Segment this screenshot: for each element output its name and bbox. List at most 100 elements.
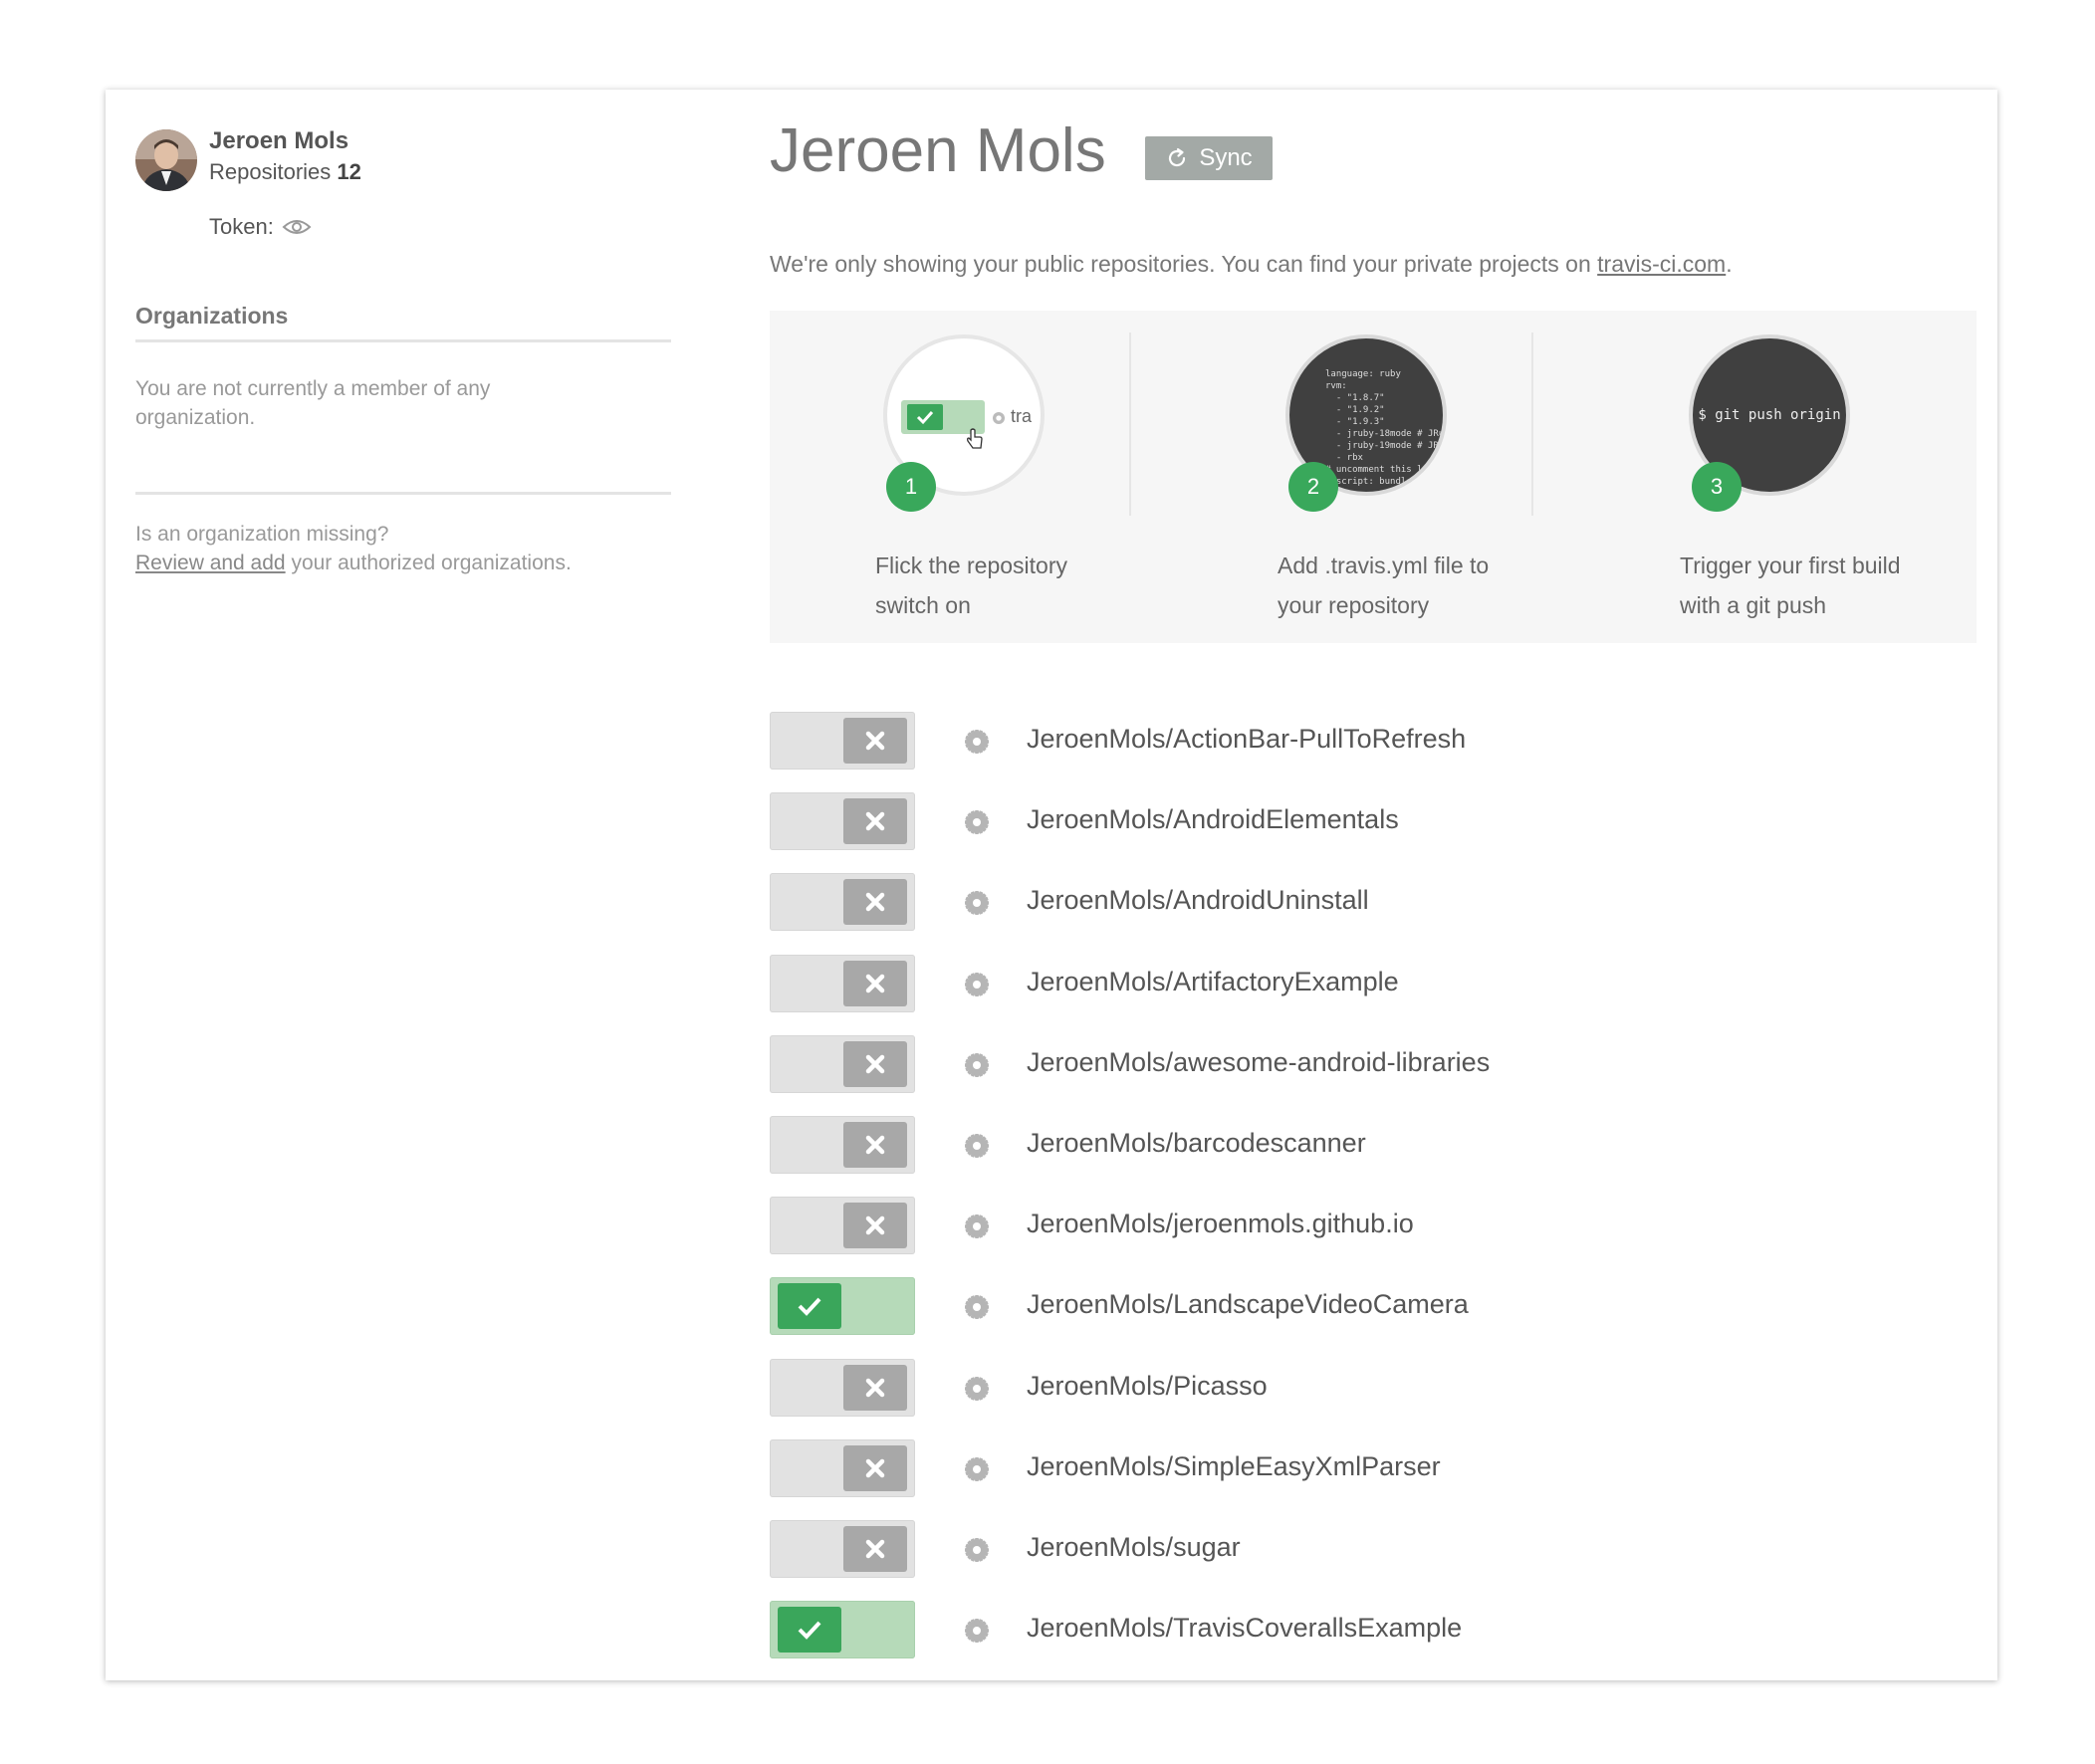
step-3-label: Trigger your first build with a git push [1680,546,1939,625]
step-3-number: 3 [1692,462,1742,512]
illustration-repo-text: tra [1011,406,1033,426]
repository-row: JeroenMols/sugar [770,1520,1965,1578]
repository-row: JeroenMols/LandscapeVideoCamera [770,1277,1965,1335]
gear-icon[interactable] [963,971,991,998]
eye-icon[interactable] [282,218,312,236]
organization-missing-note: Is an organization missing? Review and a… [135,520,572,577]
repository-toggle[interactable] [770,792,915,850]
repository-toggle[interactable] [770,1439,915,1497]
gear-icon[interactable] [963,728,991,756]
step-2-number: 2 [1288,462,1338,512]
check-icon [778,1283,841,1329]
gear-icon[interactable] [963,1536,991,1564]
gear-icon[interactable] [963,1455,991,1483]
repository-row: JeroenMols/ArtifactoryExample [770,955,1965,1012]
repository-row: JeroenMols/AndroidUninstall [770,873,1965,931]
repository-row: JeroenMols/jeroenmols.github.io [770,1197,1965,1254]
public-repos-notice: We're only showing your public repositor… [770,251,1733,278]
token-label: Token: [209,214,274,239]
repository-count-label: Repositories [209,159,332,184]
close-icon [843,1445,907,1491]
review-organizations-link[interactable]: Review and add [135,551,286,574]
notice-period: . [1726,251,1733,277]
gear-icon[interactable] [963,889,991,917]
step-2-label: Add .travis.yml file to your repository [1278,546,1536,625]
sync-button-label: Sync [1199,144,1253,171]
step-1-number: 1 [886,462,936,512]
repository-name[interactable]: JeroenMols/sugar [1027,1532,1241,1563]
gear-icon[interactable] [963,1051,991,1079]
repository-row: JeroenMols/SimpleEasyXmlParser [770,1439,1965,1497]
travis-ci-com-link[interactable]: travis-ci.com [1597,251,1726,277]
repository-name[interactable]: JeroenMols/ArtifactoryExample [1027,967,1399,997]
step-1-label-line1: Flick the repository [875,552,1068,578]
close-icon [843,718,907,764]
repository-toggle[interactable] [770,1601,915,1658]
repository-count-value: 12 [337,159,361,184]
repository-toggle[interactable] [770,712,915,770]
step-1-label: Flick the repository switch on [875,546,1134,625]
repository-name[interactable]: JeroenMols/TravisCoverallsExample [1027,1613,1462,1644]
step-divider [1531,332,1533,516]
page-title: Jeroen Mols [770,116,1106,185]
profile-card: Jeroen Mols Repositories 12 Token: Organ… [106,90,1997,1680]
repository-name[interactable]: JeroenMols/AndroidUninstall [1027,885,1369,916]
close-icon [843,1526,907,1572]
repository-row: JeroenMols/AndroidElementals [770,792,1965,850]
step-2: language: ruby rvm: - "1.8.7" - "1.9.2" … [1168,311,1566,643]
divider [135,339,671,342]
step-3-label-line1: Trigger your first build [1680,552,1901,578]
step-2-label-line1: Add .travis.yml file to [1278,552,1490,578]
divider [135,492,671,495]
user-name: Jeroen Mols [209,127,349,154]
step-divider [1129,332,1131,516]
repository-name[interactable]: JeroenMols/jeroenmols.github.io [1027,1209,1414,1239]
repository-toggle[interactable] [770,1520,915,1578]
gear-icon[interactable] [963,1617,991,1645]
avatar [135,129,197,191]
check-icon [907,404,943,430]
repository-toggle[interactable] [770,1197,915,1254]
getting-started-steps: tra 1 Flick the repository switch on lan… [770,311,1977,643]
repository-name[interactable]: JeroenMols/AndroidElementals [1027,804,1399,835]
close-icon [843,1041,907,1087]
repository-toggle[interactable] [770,1035,915,1093]
repository-row: JeroenMols/barcodescanner [770,1116,1965,1174]
repository-row: JeroenMols/TravisCoverallsExample [770,1601,1965,1658]
sync-button[interactable]: Sync [1145,136,1273,180]
repository-name[interactable]: JeroenMols/barcodescanner [1027,1128,1366,1159]
repository-toggle[interactable] [770,1116,915,1174]
close-icon [843,798,907,844]
repository-name[interactable]: JeroenMols/Picasso [1027,1371,1268,1402]
token-row: Token: [209,214,312,240]
organizations-heading: Organizations [135,303,289,329]
travis-yml-snippet: language: ruby rvm: - "1.8.7" - "1.9.2" … [1325,369,1445,487]
gear-icon[interactable] [963,808,991,836]
organization-missing-question: Is an organization missing? [135,523,389,546]
repository-name[interactable]: JeroenMols/SimpleEasyXmlParser [1027,1451,1441,1482]
step-1: tra 1 Flick the repository switch on [770,311,1168,643]
step-2-label-line2: your repository [1278,592,1430,618]
step-1-label-line2: switch on [875,592,971,618]
repository-count: Repositories 12 [209,159,361,185]
repository-name[interactable]: JeroenMols/ActionBar-PullToRefresh [1027,724,1466,755]
repository-toggle[interactable] [770,1277,915,1335]
gear-icon[interactable] [963,1293,991,1321]
close-icon [843,1122,907,1168]
repository-toggle[interactable] [770,955,915,1012]
organizations-empty-text: You are not currently a member of any or… [135,377,491,429]
repository-name[interactable]: JeroenMols/awesome-android-libraries [1027,1047,1490,1078]
repository-toggle[interactable] [770,873,915,931]
gear-icon[interactable] [963,1213,991,1240]
gear-icon[interactable] [963,1132,991,1160]
repository-toggle[interactable] [770,1359,915,1417]
gear-icon[interactable] [963,1375,991,1403]
repository-name[interactable]: JeroenMols/LandscapeVideoCamera [1027,1289,1469,1320]
step-3-label-line2: with a git push [1680,592,1827,618]
close-icon [843,961,907,1006]
step-3: $ git push origin 3 Trigger your first b… [1570,311,1969,643]
repository-row: JeroenMols/awesome-android-libraries [770,1035,1965,1093]
organization-review-line: Review and add your authorized organizat… [135,549,572,577]
notice-text: We're only showing your public repositor… [770,251,1598,277]
refresh-icon [1165,146,1189,170]
